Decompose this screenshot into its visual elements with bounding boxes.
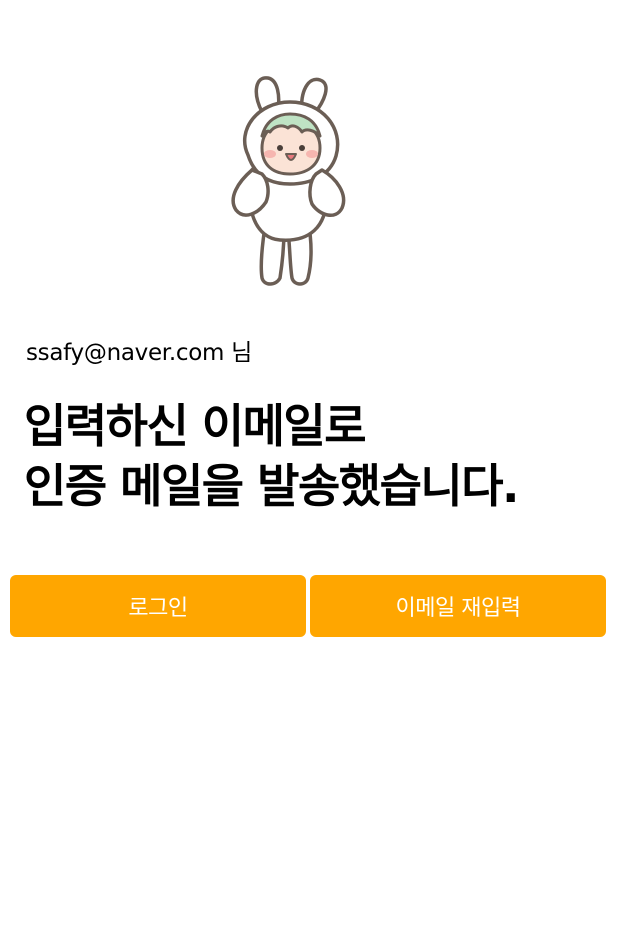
page-title: 입력하신 이메일로 인증 메일을 발송했습니다.	[24, 396, 614, 516]
email-verification-page: ssafy@naver.com 님 입력하신 이메일로 인증 메일을 발송했습니…	[0, 0, 622, 927]
login-button[interactable]: 로그인	[10, 575, 306, 637]
page-title-line-1: 입력하신 이메일로	[24, 399, 367, 453]
page-title-line-2: 인증 메일을 발송했습니다.	[24, 459, 520, 513]
honorific-suffix: 님	[231, 340, 252, 366]
reenter-email-button[interactable]: 이메일 재입력	[310, 575, 606, 637]
user-email: ssafy@naver.com	[26, 340, 225, 366]
rabbit-mascot-icon	[231, 76, 346, 286]
user-email-greeting: ssafy@naver.com 님	[26, 337, 252, 369]
